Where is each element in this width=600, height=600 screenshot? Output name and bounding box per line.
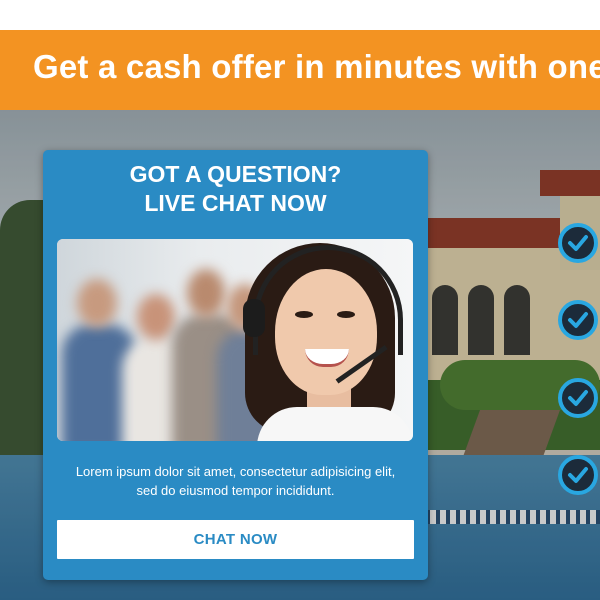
top-white-strip xyxy=(0,0,600,30)
headset-earcup xyxy=(243,299,265,337)
chat-description-line-2: sed do eiusmod tempor incididunt. xyxy=(136,483,335,498)
photo-background-person-head xyxy=(187,269,225,317)
chat-title-line-2: LIVE CHAT NOW xyxy=(144,190,327,216)
live-chat-widget: GOT A QUESTION? LIVE CHAT NOW Lorem ipsu… xyxy=(43,150,428,580)
check-circle-icon xyxy=(558,455,598,495)
chat-widget-title: GOT A QUESTION? LIVE CHAT NOW xyxy=(43,160,428,218)
chat-description-line-1: Lorem ipsum dolor sit amet, consectetur … xyxy=(75,464,396,479)
check-circle-icon xyxy=(558,300,598,340)
check-circle-icon xyxy=(558,378,598,418)
photo-background-person-head xyxy=(137,294,175,340)
headline-banner: Get a cash offer in minutes with one c xyxy=(0,30,600,110)
chat-now-button[interactable]: CHAT NOW xyxy=(57,520,414,559)
banner-headline: Get a cash offer in minutes with one c xyxy=(33,48,600,85)
support-agent-photo xyxy=(57,239,413,441)
photo-background-person-head xyxy=(77,279,117,327)
check-circle-icon xyxy=(558,223,598,263)
chat-title-line-1: GOT A QUESTION? xyxy=(129,161,342,187)
chat-description: Lorem ipsum dolor sit amet, consectetur … xyxy=(57,462,414,500)
agent-shirt xyxy=(257,407,413,441)
